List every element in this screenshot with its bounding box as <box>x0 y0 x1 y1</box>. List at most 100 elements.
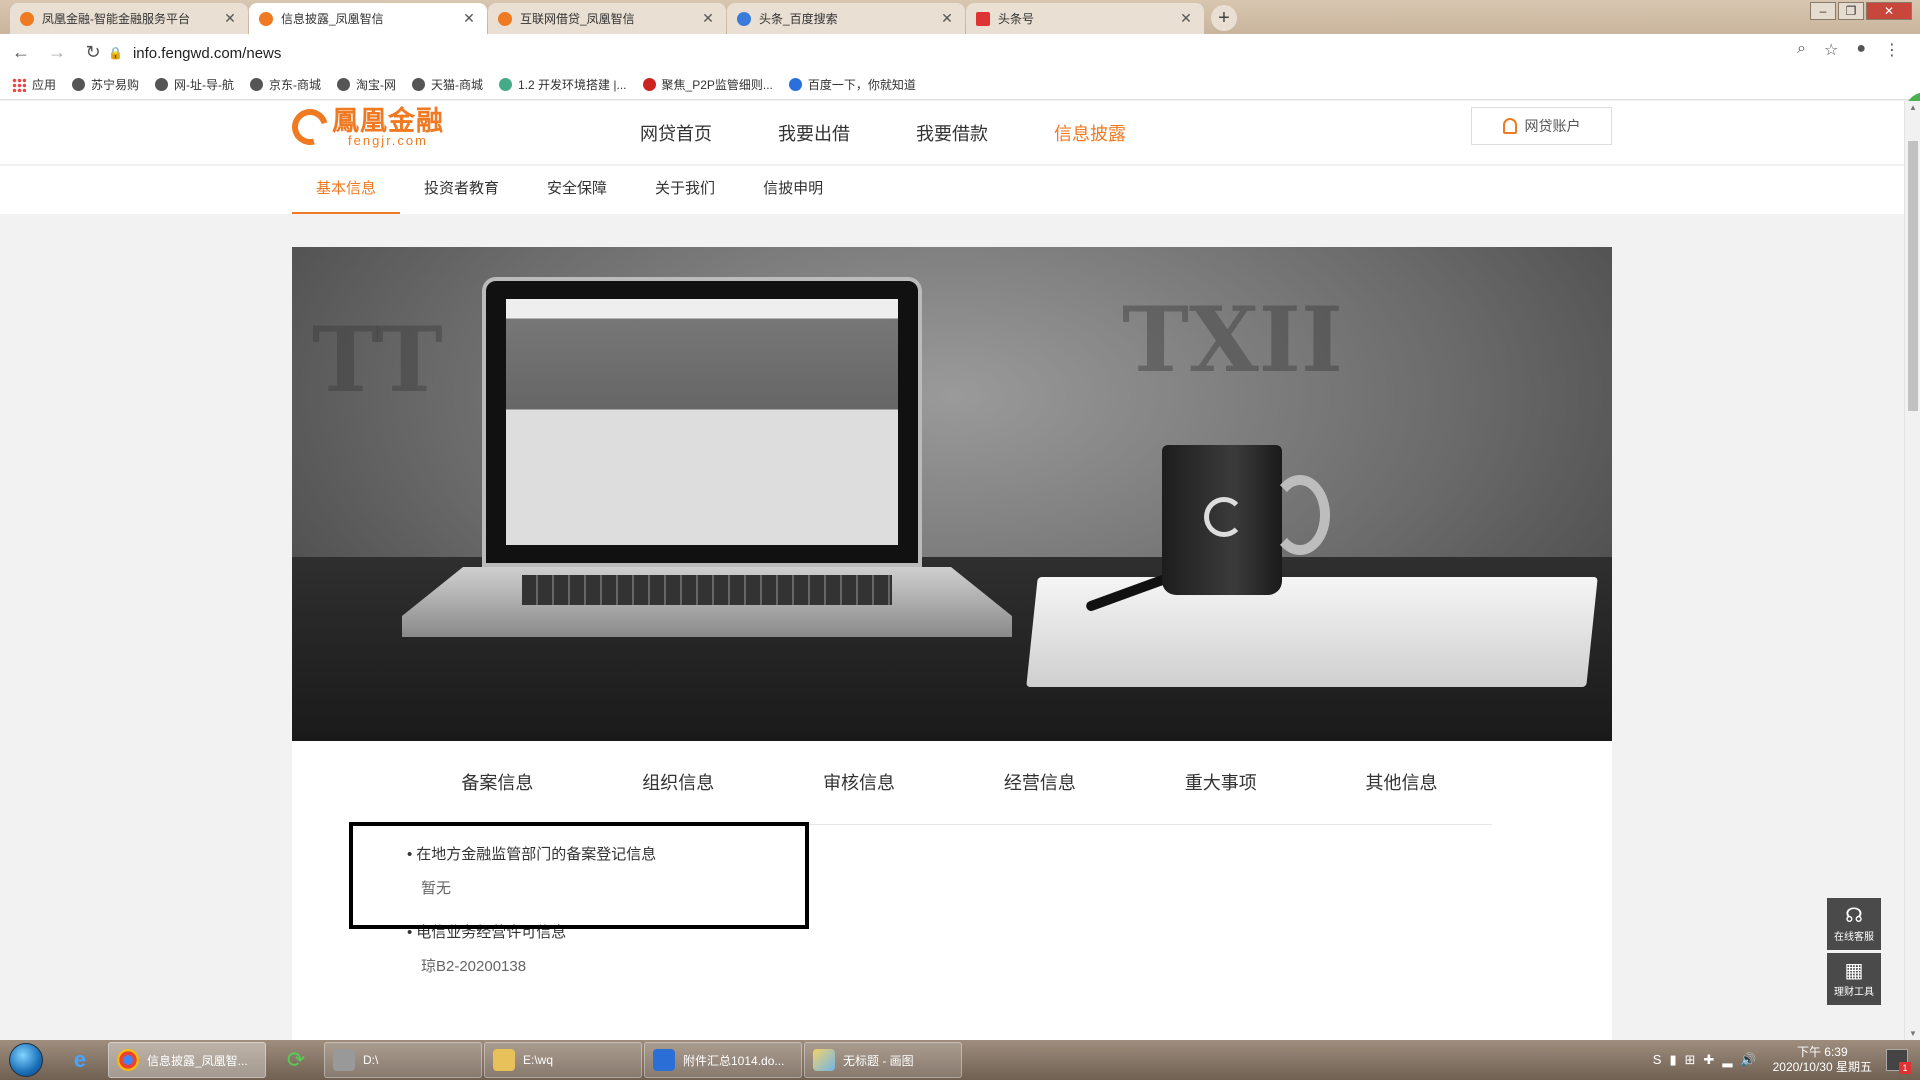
volume-icon[interactable]: 🔊 <box>1740 1052 1756 1068</box>
minimize-icon[interactable]: – <box>1810 2 1836 20</box>
drive-icon <box>333 1049 355 1071</box>
close-tab-icon[interactable]: ✕ <box>222 10 238 27</box>
subnav-about[interactable]: 关于我们 <box>631 166 739 214</box>
back-arrow-icon[interactable]: ← <box>6 42 36 63</box>
bookmark-apps[interactable]: 应用 <box>12 76 56 93</box>
list-item: 电信业务经营许可信息 琼B2-20200138 <box>407 923 656 977</box>
bookmark-item[interactable]: 网-址-导-航 <box>155 76 234 93</box>
entry-value: 琼B2-20200138 <box>421 958 527 975</box>
new-tab-button[interactable]: + <box>1211 5 1237 31</box>
clock[interactable]: 下午 6:39 2020/10/30 星期五 <box>1773 1045 1872 1075</box>
user-icon <box>1502 118 1517 134</box>
apps-grid-icon <box>12 77 26 92</box>
bookmark-item[interactable]: 1.2 开发环境搭建 |... <box>499 76 627 93</box>
taskbar-paint[interactable]: 无标题 - 画图 <box>804 1042 962 1078</box>
bookmark-item[interactable]: 京东-商城 <box>250 76 321 93</box>
forward-arrow-icon[interactable]: → <box>42 42 72 63</box>
taskbar-chrome[interactable]: 信息披露_凤凰智... <box>108 1042 266 1078</box>
network-icon[interactable]: ⊞ <box>1685 1052 1696 1068</box>
address-bar[interactable]: 🔒 info.fengwd.com/news <box>108 39 1898 67</box>
headset-icon: ☊ <box>1845 905 1863 927</box>
browser-tab-5[interactable]: 头条号 ✕ <box>966 3 1204 34</box>
subnav-disclaimer[interactable]: 信披申明 <box>739 166 847 214</box>
wall-texture: TT <box>312 307 443 413</box>
scroll-down-arrow-icon[interactable]: ▼ <box>1905 1029 1920 1038</box>
nav-disclosure[interactable]: 信息披露 <box>1054 120 1126 146</box>
close-tab-icon[interactable]: ✕ <box>461 10 477 27</box>
site-logo[interactable]: 鳳凰金融 fengjr.com <box>285 102 444 152</box>
profile-avatar-icon[interactable]: ● <box>1856 40 1866 60</box>
restore-icon[interactable]: ❐ <box>1838 2 1864 20</box>
toolbar-actions: ⌕ ☆ ● ⋮ <box>1797 40 1900 60</box>
bookmark-star-icon[interactable]: ☆ <box>1824 40 1838 60</box>
account-button[interactable]: 网贷账户 <box>1471 107 1612 145</box>
start-button[interactable] <box>0 1040 52 1080</box>
browser-tab-1[interactable]: 凤凰金融-智能金融服务平台 ✕ <box>10 3 248 34</box>
system-tray: S ▮ ⊞ ✚ ▂ 🔊 下午 6:39 2020/10/30 星期五 1 <box>1653 1040 1911 1080</box>
refresh-app-icon[interactable]: ⟳ <box>268 1040 324 1080</box>
coffee-mug <box>1162 445 1330 595</box>
bookmark-item[interactable]: 苏宁易购 <box>72 76 139 93</box>
browser-tab-2[interactable]: 信息披露_凤凰智信 ✕ <box>249 3 487 34</box>
nav-home[interactable]: 网贷首页 <box>640 120 712 146</box>
window-controls: – ❐ ✕ <box>1808 2 1912 20</box>
battery-icon[interactable]: ▮ <box>1669 1052 1676 1068</box>
subnav-security[interactable]: 安全保障 <box>523 166 631 214</box>
ie-icon[interactable]: e <box>52 1040 108 1080</box>
taskbar-word-doc[interactable]: 附件汇总1014.do... <box>644 1042 802 1078</box>
bookmark-item[interactable]: 天猫-商城 <box>412 76 483 93</box>
calculator-icon: ▦ <box>1844 960 1864 982</box>
word-icon <box>653 1049 675 1071</box>
page-scrollbar[interactable]: ▲ ▼ <box>1904 101 1920 1040</box>
lock-icon[interactable]: 🔒 <box>108 46 123 60</box>
subnav-basic-info[interactable]: 基本信息 <box>292 166 401 214</box>
scroll-up-arrow-icon[interactable]: ▲ <box>1905 103 1920 112</box>
tab-audit-info[interactable]: 审核信息 <box>769 741 950 824</box>
url-text[interactable]: info.fengwd.com/news <box>133 45 281 62</box>
close-tab-icon[interactable]: ✕ <box>700 10 716 27</box>
clock-date: 2020/10/30 星期五 <box>1772 1060 1872 1074</box>
bookmark-item[interactable]: 聚焦_P2P监管细则... <box>642 76 773 93</box>
notification-icon[interactable]: 1 <box>1886 1049 1911 1074</box>
laptop-screen <box>482 277 922 567</box>
tab-title: 头条号 <box>998 12 1035 26</box>
bookmarks-bar: 应用 苏宁易购 网-址-导-航 京东-商城 淘宝-网 天猫-商城 1.2 开发环… <box>0 70 1920 100</box>
online-service-button[interactable]: ☊ 在线客服 <box>1827 898 1881 950</box>
site-header: 鳳凰金融 fengjr.com 网贷首页 我要出借 我要借款 信息披露 网贷账户 <box>0 101 1904 165</box>
browser-tab-3[interactable]: 互联网借贷_凤凰智信 ✕ <box>488 3 726 34</box>
site-favicon-icon <box>499 78 513 91</box>
taskbar-folder[interactable]: E:\wq <box>484 1042 642 1078</box>
zoom-icon[interactable]: ⌕ <box>1797 40 1806 60</box>
reload-icon[interactable]: ↻ <box>78 42 108 63</box>
folder-icon <box>493 1049 515 1071</box>
close-tab-icon[interactable]: ✕ <box>939 10 955 27</box>
globe-icon <box>72 78 86 91</box>
nav-lend[interactable]: 我要出借 <box>778 120 850 146</box>
info-tabs: 备案信息 组织信息 审核信息 经营信息 重大事项 其他信息 <box>407 741 1492 825</box>
signal-icon[interactable]: ▂ <box>1722 1052 1732 1068</box>
tab-major-events[interactable]: 重大事项 <box>1130 741 1311 824</box>
nav-borrow[interactable]: 我要借款 <box>916 120 988 146</box>
tab-operation-info[interactable]: 经营信息 <box>949 741 1130 824</box>
phoenix-logo-icon <box>285 102 335 152</box>
tab-other-info[interactable]: 其他信息 <box>1311 741 1492 824</box>
menu-kebab-icon[interactable]: ⋮ <box>1884 40 1900 60</box>
tab-organization-info[interactable]: 组织信息 <box>588 741 769 824</box>
taskbar-drive-d[interactable]: D:\ <box>324 1042 482 1078</box>
browser-tab-4[interactable]: 头条_百度搜索 ✕ <box>727 3 965 34</box>
tab-title: 互联网借贷_凤凰智信 <box>520 12 635 26</box>
security-icon[interactable]: ✚ <box>1704 1052 1715 1068</box>
bookmark-item[interactable]: 淘宝-网 <box>337 76 396 93</box>
scroll-thumb[interactable] <box>1908 141 1918 411</box>
finance-tools-button[interactable]: ▦ 理财工具 <box>1827 953 1881 1005</box>
close-window-icon[interactable]: ✕ <box>1866 2 1912 20</box>
os-taskbar: e 信息披露_凤凰智... ⟳ D:\ E:\wq 附件汇总1014.do...… <box>0 1040 1920 1080</box>
windows-start-icon <box>9 1043 43 1077</box>
close-tab-icon[interactable]: ✕ <box>1178 10 1194 27</box>
tab-filing-info[interactable]: 备案信息 <box>407 741 588 825</box>
globe-icon <box>155 78 169 91</box>
logo-cn-text: 鳳凰金融 <box>332 106 444 136</box>
subnav-investor-education[interactable]: 投资者教育 <box>400 166 523 214</box>
sogou-icon[interactable]: S <box>1653 1052 1662 1068</box>
bookmark-item[interactable]: 百度一下，你就知道 <box>788 76 916 93</box>
